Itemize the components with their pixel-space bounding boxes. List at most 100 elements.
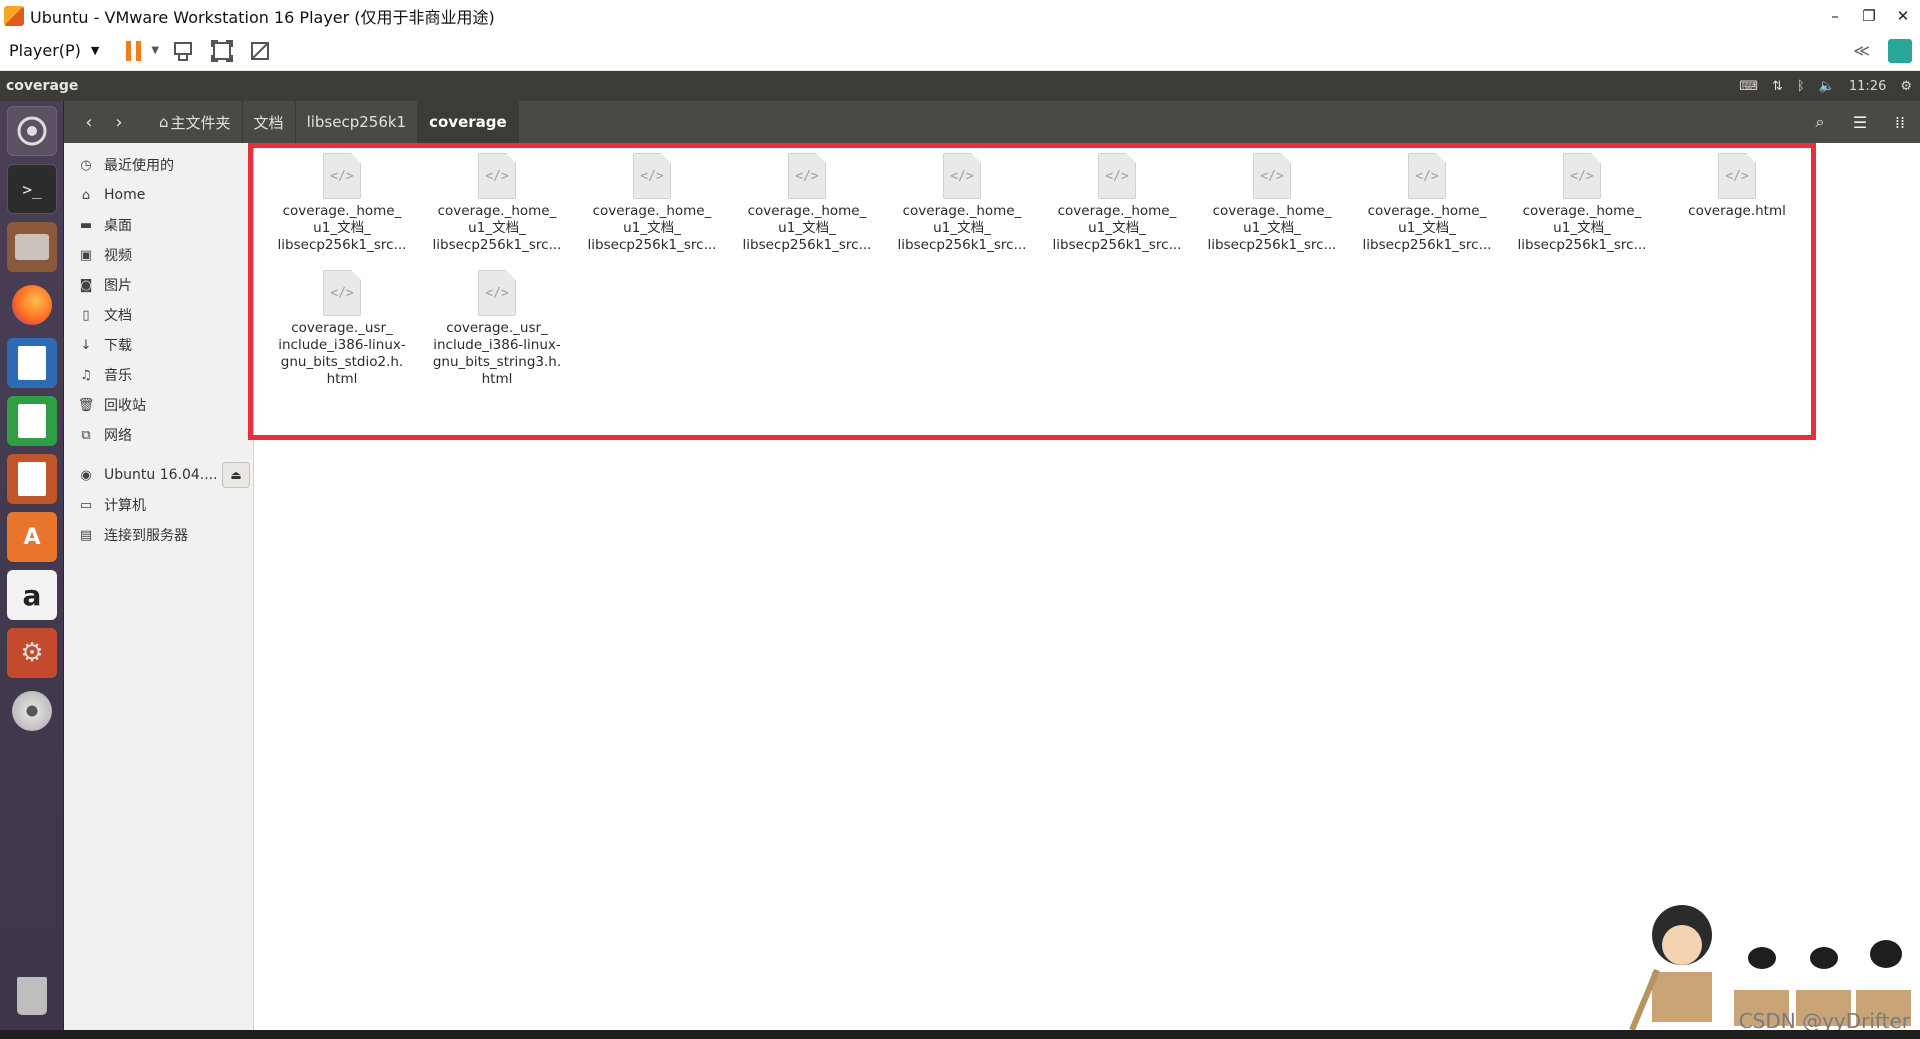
sidebar-item-home[interactable]: ⌂ Home — [64, 180, 253, 210]
vmware-titlebar: Ubuntu - VMware Workstation 16 Player (仅… — [0, 0, 1920, 31]
music-icon: ♫ — [80, 367, 92, 383]
html-file-icon: </> — [323, 153, 361, 199]
system-settings-icon[interactable]: ⚙ — [7, 628, 57, 678]
html-file-icon: </> — [1253, 153, 1291, 199]
gear-icon[interactable]: ⚙ — [1900, 79, 1912, 94]
clock-icon: ◷ — [80, 157, 92, 173]
breadcrumb-coverage[interactable]: coverage — [418, 101, 519, 143]
sidebar-item-trash[interactable]: 🗑 回收站 — [64, 390, 253, 420]
vmware-logo-icon — [4, 5, 24, 26]
file-item[interactable]: </> coverage._usr_ include_i386-linux-gnu… — [267, 270, 417, 388]
file-item[interactable]: </> coverage._home_ u1_文档_ libsecp256k1_sr… — [422, 153, 572, 254]
sidebar-item-documents[interactable]: ▯ 文档 — [64, 300, 253, 330]
player-menu[interactable]: Player(P) ▼ — [9, 41, 99, 60]
folder-icon: ▬ — [79, 217, 93, 233]
dash-home-icon[interactable] — [7, 106, 57, 156]
network-icon: ⧉ — [81, 427, 91, 443]
window-title: Ubuntu - VMware Workstation 16 Player (仅… — [30, 7, 495, 27]
server-icon: ▤ — [79, 527, 93, 543]
search-icon[interactable]: ⌕ — [1800, 101, 1840, 143]
clock[interactable]: 11:26 — [1849, 79, 1886, 94]
trash-icon[interactable] — [7, 971, 57, 1021]
sidebar-item-ubuntu-disc[interactable]: ◉ Ubuntu 16.04.... ⏏ — [64, 460, 253, 490]
file-manager-icon[interactable] — [7, 222, 57, 272]
bottom-strip — [0, 1030, 1920, 1039]
html-file-icon: </> — [478, 270, 516, 316]
grid-view-icon[interactable]: ⁞⁞ — [1880, 101, 1920, 143]
unity-mode-icon[interactable] — [247, 38, 273, 64]
html-file-icon: </> — [1563, 153, 1601, 199]
sidebar-item-videos[interactable]: ▣ 视频 — [64, 240, 253, 270]
amazon-icon[interactable]: a — [7, 570, 57, 620]
forward-button[interactable]: › — [104, 107, 134, 137]
breadcrumb-documents[interactable]: 文档 — [243, 101, 296, 143]
software-center-icon[interactable]: A — [7, 512, 57, 562]
trash-icon: 🗑 — [77, 397, 95, 413]
file-item[interactable]: </> coverage._home_ u1_文档_ libsecp256k1_sr… — [1197, 153, 1347, 254]
eject-button[interactable]: ⏏ — [222, 462, 250, 488]
volume-icon[interactable]: 🔈 — [1819, 79, 1835, 94]
chevron-down-icon: ▼ — [90, 44, 100, 57]
html-file-icon: </> — [1098, 153, 1136, 199]
unity-launcher: >_ A a ⚙ — [0, 101, 64, 1039]
disc-icon: ◉ — [80, 467, 92, 483]
firefox-icon[interactable] — [7, 280, 57, 330]
file-item[interactable]: </> coverage._home_ u1_文档_ libsecp256k1_sr… — [577, 153, 727, 254]
libreoffice-impress-icon[interactable] — [7, 454, 57, 504]
html-file-icon: </> — [943, 153, 981, 199]
file-item[interactable]: </> coverage._home_ u1_文档_ libsecp256k1_sr… — [887, 153, 1037, 254]
sidebar-item-music[interactable]: ♫ 音乐 — [64, 360, 253, 390]
back-button[interactable]: ‹ — [74, 107, 104, 137]
file-item[interactable]: </> coverage._home_ u1_文档_ libsecp256k1_sr… — [267, 153, 417, 254]
libreoffice-writer-icon[interactable] — [7, 338, 57, 388]
file-item[interactable]: </> coverage._home_ u1_文档_ libsecp256k1_sr… — [1042, 153, 1192, 254]
document-icon: ▯ — [82, 307, 90, 323]
active-app-name: coverage — [6, 78, 79, 94]
minimize-icon[interactable]: – — [1818, 7, 1852, 25]
keyboard-icon[interactable]: ⌨ — [1739, 79, 1758, 94]
html-file-icon: </> — [633, 153, 671, 199]
breadcrumb-home[interactable]: ⌂ 主文件夹 — [148, 101, 243, 143]
file-item[interactable]: </> coverage._usr_ include_i386-linux-gnu… — [422, 270, 572, 388]
file-item[interactable]: </> coverage._home_ u1_文档_ libsecp256k1_sr… — [732, 153, 882, 254]
file-manager-headerbar: ‹ › ⌂ 主文件夹 文档 libsecp256k1 coverage ⌕ ☰ … — [64, 101, 1920, 143]
home-icon: ⌂ — [159, 113, 169, 131]
player-menu-label: Player(P) — [9, 41, 81, 60]
maximize-icon[interactable]: ❐ — [1852, 7, 1886, 25]
sidebar-item-recent[interactable]: ◷ 最近使用的 — [64, 150, 253, 180]
html-file-icon: </> — [788, 153, 826, 199]
dvd-icon[interactable] — [7, 686, 57, 736]
file-item[interactable]: </> coverage._home_ u1_文档_ libsecp256k1_sr… — [1352, 153, 1502, 254]
video-icon: ▣ — [79, 247, 93, 263]
close-icon[interactable]: ✕ — [1886, 7, 1920, 25]
message-icon[interactable] — [1888, 38, 1912, 63]
pause-dropdown-icon[interactable]: ▼ — [151, 45, 159, 56]
sidebar-item-network[interactable]: ⧉ 网络 — [64, 420, 253, 450]
ubuntu-top-panel: coverage ⌨ ⇅ ᛒ 🔈 11:26 ⚙ — [0, 71, 1920, 101]
send-ctrl-alt-del-icon[interactable] — [171, 38, 197, 64]
file-item[interactable]: </> coverage._home_ u1_文档_ libsecp256k1_sr… — [1507, 153, 1657, 254]
html-file-icon: </> — [1408, 153, 1446, 199]
collapse-toolbar-icon[interactable]: ≪ — [1853, 41, 1870, 60]
sidebar-item-connect-server[interactable]: ▤ 连接到服务器 — [64, 520, 253, 550]
file-item[interactable]: </> coverage.html — [1662, 153, 1812, 220]
sidebar-item-downloads[interactable]: ↓ 下载 — [64, 330, 253, 360]
vmware-toolbar: Player(P) ▼ ▼ ≪ — [0, 31, 1920, 71]
list-view-icon[interactable]: ☰ — [1840, 101, 1880, 143]
libreoffice-calc-icon[interactable] — [7, 396, 57, 446]
download-icon: ↓ — [80, 337, 92, 353]
network-indicator-icon[interactable]: ⇅ — [1772, 79, 1783, 94]
fullscreen-icon[interactable] — [209, 38, 235, 64]
places-sidebar: ◷ 最近使用的 ⌂ Home ▬ 桌面 ▣ 视频 ◙ 图片 ▯ 文档 ↓ 下载 ♫ 音乐 🗑 回收… — [64, 143, 254, 1039]
breadcrumb-libsecp256k1[interactable]: libsecp256k1 — [296, 101, 419, 143]
sidebar-item-desktop[interactable]: ▬ 桌面 — [64, 210, 253, 240]
sidebar-item-computer[interactable]: ▭ 计算机 — [64, 490, 253, 520]
sidebar-item-pictures[interactable]: ◙ 图片 — [64, 270, 253, 300]
bluetooth-icon[interactable]: ᛒ — [1797, 79, 1805, 94]
computer-icon: ▭ — [79, 497, 93, 513]
terminal-icon[interactable]: >_ — [7, 164, 57, 214]
html-file-icon: </> — [323, 270, 361, 316]
eject-icon: ⏏ — [230, 468, 242, 482]
pause-icon[interactable] — [121, 38, 147, 64]
html-file-icon: </> — [478, 153, 516, 199]
